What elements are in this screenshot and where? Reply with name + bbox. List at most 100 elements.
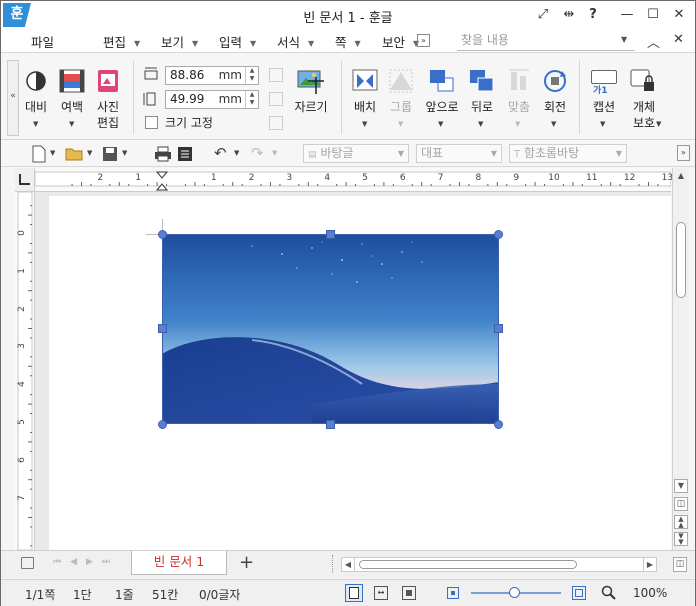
- menu-file[interactable]: 파일: [31, 32, 54, 51]
- arrange-label: 배치: [353, 100, 377, 114]
- ruler-label: 2: [248, 173, 255, 183]
- close-document-icon[interactable]: ✕: [673, 32, 684, 47]
- page-view-icon[interactable]: ◫: [674, 497, 688, 511]
- height-field[interactable]: 49.99 mm ▲ ▼: [165, 90, 259, 109]
- chevron-down-icon: ▼: [397, 149, 404, 158]
- preview-icon[interactable]: [177, 146, 193, 162]
- resize-handle-top[interactable]: [326, 230, 335, 239]
- help-button[interactable]: ?: [581, 4, 605, 26]
- menu-file-label: 파일: [31, 35, 55, 50]
- ruler-label: 1: [135, 173, 142, 183]
- vertical-scrollbar[interactable]: ▲ ▼ ◫ ▲ ▲ ▼ ▼: [672, 168, 689, 550]
- height-spinner[interactable]: ▲ ▼: [245, 91, 258, 108]
- ruler-label: 12: [623, 173, 636, 183]
- add-tab-button[interactable]: +: [239, 552, 254, 573]
- zoom-level[interactable]: 100%: [633, 586, 667, 600]
- menu-format-label: 서식: [277, 35, 301, 50]
- width-spinner[interactable]: ▲ ▼: [245, 67, 258, 84]
- menu-overflow-icon[interactable]: »: [417, 34, 430, 47]
- lock-size-checkbox[interactable]: [145, 116, 158, 129]
- zoom-out-icon[interactable]: [447, 587, 459, 599]
- fullscreen-icon[interactable]: ⤢: [531, 4, 555, 26]
- fit-page-inner: [406, 590, 412, 596]
- horizontal-ruler[interactable]: 2 1 1 2 3 4 5 6 7 8 9 10 11 12 13: [15, 168, 673, 192]
- redo-icon: ↷: [251, 144, 264, 162]
- horizontal-scroll-thumb[interactable]: [359, 560, 577, 569]
- chevron-down-icon[interactable]: ▼: [87, 149, 92, 157]
- vertical-scroll-thumb[interactable]: [676, 222, 686, 298]
- font-combo[interactable]: T 함초롬바탕 ▼: [509, 144, 627, 163]
- indent-marker-icon[interactable]: [156, 171, 168, 191]
- zoom-slider-thumb[interactable]: [509, 587, 520, 598]
- resize-handle-top-left[interactable]: [158, 230, 167, 239]
- selected-picture[interactable]: [162, 234, 499, 424]
- sheet-icon[interactable]: [21, 557, 34, 569]
- style-combo[interactable]: ▤ 바탕글 ▼: [303, 144, 409, 163]
- scroll-left-icon[interactable]: ◀: [342, 558, 355, 571]
- width-field[interactable]: 88.86 mm ▲ ▼: [165, 66, 259, 85]
- split-view-icon[interactable]: ⇹: [557, 4, 581, 26]
- search-dropdown-icon[interactable]: ▼: [621, 35, 627, 44]
- ribbon-divider: [341, 60, 342, 134]
- undo-icon[interactable]: ↶: [214, 144, 227, 162]
- vertical-ruler[interactable]: 0 1 2 3 4 5 6 7: [15, 192, 35, 550]
- resize-handle-bottom[interactable]: [326, 420, 335, 429]
- menu-format[interactable]: 서식 ▼: [277, 32, 314, 51]
- scroll-up-icon[interactable]: ▲: [674, 169, 688, 183]
- ruler-label: 0: [16, 230, 27, 236]
- resize-handle-bottom-right[interactable]: [494, 420, 503, 429]
- chevron-down-icon: ▼: [478, 120, 484, 128]
- open-folder-icon[interactable]: [65, 146, 85, 162]
- menu-edit[interactable]: 편집 ▼: [103, 32, 140, 51]
- ruler-label: 1: [16, 267, 27, 274]
- scroll-down-icon[interactable]: ▼: [674, 479, 688, 493]
- fit-page-icon[interactable]: [402, 586, 416, 600]
- menu-page-label: 쪽: [335, 35, 347, 50]
- paragraph-combo[interactable]: 대표 ▼: [416, 144, 502, 163]
- toolbar-expand-icon[interactable]: »: [677, 145, 690, 161]
- fit-width-icon[interactable]: ↔: [374, 586, 388, 600]
- menu-insert[interactable]: 입력 ▼: [219, 32, 256, 51]
- chevron-down-icon[interactable]: ▼: [234, 149, 239, 157]
- print-icon[interactable]: [154, 146, 172, 162]
- menu-page[interactable]: 쪽 ▼: [335, 32, 361, 51]
- tab-document-1[interactable]: 빈 문서 1: [131, 551, 227, 575]
- title-bar: 훈 빈 문서 1 - 훈글 ⤢ ⇹ ? — ☐ ✕: [1, 1, 695, 29]
- horizontal-ruler-ticks: [35, 171, 671, 187]
- ruler-corner[interactable]: [15, 168, 35, 192]
- magnifier-icon[interactable]: [601, 585, 617, 601]
- new-document-icon[interactable]: [31, 145, 47, 163]
- split-window-icon[interactable]: ◫: [673, 557, 687, 572]
- prev-page-icon[interactable]: ▲ ▲: [674, 515, 688, 529]
- ruler-label: 4: [16, 381, 27, 388]
- search-input[interactable]: 찾을 내용: [457, 31, 635, 51]
- status-page[interactable]: 1/1쪽: [25, 586, 55, 603]
- resize-handle-left[interactable]: [158, 324, 167, 333]
- chevron-down-icon[interactable]: ▼: [122, 149, 127, 157]
- horizontal-scrollbar[interactable]: ◀ ▶: [341, 557, 657, 572]
- resize-handle-right[interactable]: [494, 324, 503, 333]
- resize-handle-bottom-left[interactable]: [158, 420, 167, 429]
- view-page-button[interactable]: [345, 584, 363, 602]
- maximize-button[interactable]: ☐: [641, 4, 665, 26]
- menu-security[interactable]: 보안 ▼: [382, 32, 419, 51]
- zoom-in-icon[interactable]: [572, 586, 586, 600]
- next-page-icon[interactable]: ▼ ▼: [674, 532, 688, 546]
- minimize-button[interactable]: —: [615, 4, 639, 26]
- menu-edit-label: 편집: [103, 35, 127, 50]
- ruler-label: 6: [399, 173, 406, 183]
- chevron-down-icon: ▼: [308, 39, 315, 48]
- chevron-down-icon[interactable]: ▼: [50, 149, 55, 157]
- send-backward-label: 뒤로: [470, 100, 494, 114]
- picture-ribbon: « 대비 ▼ 여백 ▼ 사진 편집 88.86 mm ▲ ▼ 49.99 mm …: [1, 54, 695, 140]
- ribbon-scroll-left-icon[interactable]: «: [7, 60, 19, 136]
- chevron-down-icon: ▼: [551, 120, 557, 128]
- close-button[interactable]: ✕: [667, 4, 691, 26]
- ribbon-collapse-icon[interactable]: ︿: [647, 32, 660, 51]
- menu-view[interactable]: 보기 ▼: [161, 32, 198, 51]
- splitter-handle[interactable]: [332, 555, 336, 573]
- zoom-out-inner: [451, 591, 455, 595]
- resize-handle-top-right[interactable]: [494, 230, 503, 239]
- save-icon[interactable]: [102, 146, 118, 162]
- scroll-right-icon[interactable]: ▶: [643, 558, 656, 571]
